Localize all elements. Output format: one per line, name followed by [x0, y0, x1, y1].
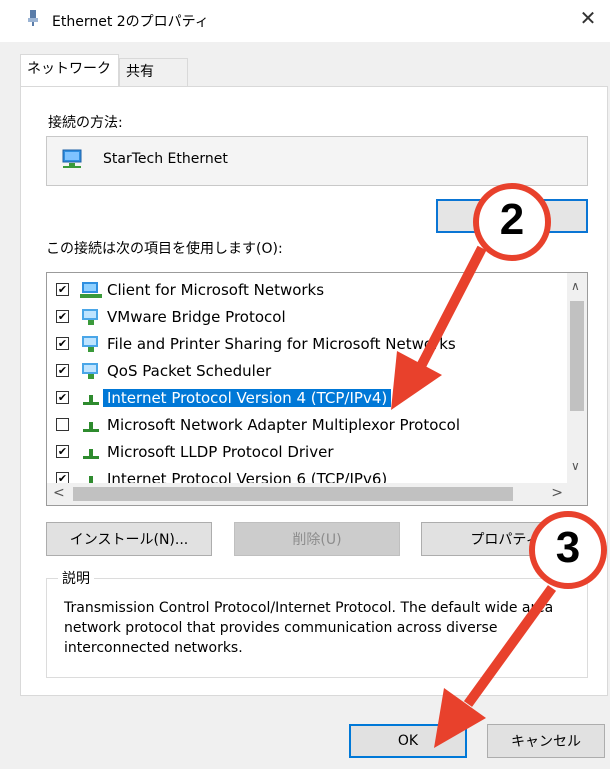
uninstall-button[interactable]: 削除(U): [234, 522, 400, 556]
connect-using-label: 接続の方法:: [48, 115, 123, 131]
close-button[interactable]: ✕: [566, 0, 610, 36]
protocol-icon: [83, 395, 99, 405]
network-service-icon: [82, 363, 98, 379]
item-label: QoS Packet Scheduler: [107, 362, 272, 380]
step-3-number: 3: [555, 523, 581, 572]
list-item[interactable]: Microsoft Network Adapter Multiplexor Pr…: [47, 412, 567, 438]
protocol-icon: [83, 449, 99, 459]
step-2-number: 2: [499, 195, 525, 244]
item-label: Microsoft LLDP Protocol Driver: [107, 443, 334, 461]
list-item[interactable]: ✔ Client for Microsoft Networks: [47, 277, 567, 303]
item-checkbox[interactable]: ✔: [56, 391, 69, 404]
adapter-name: StarTech Ethernet: [103, 151, 228, 167]
protocol-icon: [83, 422, 99, 432]
title-bar: Ethernet 2のプロパティ ✕: [0, 0, 610, 42]
scroll-right-icon[interactable]: >: [551, 485, 563, 501]
list-item[interactable]: ✔ File and Printer Sharing for Microsoft…: [47, 331, 567, 357]
item-checkbox[interactable]: ✔: [56, 310, 69, 323]
horizontal-scrollbar[interactable]: < >: [47, 483, 587, 505]
item-checkbox[interactable]: ✔: [56, 445, 69, 458]
network-client-icon: [80, 282, 102, 298]
vertical-scroll-thumb[interactable]: [570, 301, 584, 411]
network-adapter-icon: [62, 149, 82, 168]
vertical-scrollbar[interactable]: ∧ ∨: [567, 273, 587, 483]
list-item[interactable]: ✔ VMware Bridge Protocol: [47, 304, 567, 330]
scroll-down-icon[interactable]: ∨: [571, 459, 580, 473]
item-label: Microsoft Network Adapter Multiplexor Pr…: [107, 416, 460, 434]
item-checkbox[interactable]: ✔: [56, 337, 69, 350]
list-item-selected[interactable]: ✔ Internet Protocol Version 4 (TCP/IPv4): [47, 385, 567, 411]
install-button[interactable]: インストール(N)...: [46, 522, 212, 556]
item-checkbox[interactable]: ✔: [56, 283, 69, 296]
horizontal-scroll-thumb[interactable]: [73, 487, 513, 501]
item-label: Client for Microsoft Networks: [107, 281, 325, 299]
adapter-box: StarTech Ethernet: [46, 136, 588, 186]
tab-sharing[interactable]: 共有: [119, 58, 188, 88]
list-item[interactable]: ✔ QoS Packet Scheduler: [47, 358, 567, 384]
ok-button[interactable]: OK: [349, 724, 467, 758]
description-text: Transmission Control Protocol/Internet P…: [64, 600, 554, 656]
item-checkbox[interactable]: [56, 418, 69, 431]
ethernet-icon: [28, 10, 38, 26]
components-list[interactable]: ✔ Client for Microsoft Networks ✔ VMware…: [46, 272, 588, 506]
item-label: VMware Bridge Protocol: [107, 308, 286, 326]
network-service-icon: [82, 309, 98, 325]
item-checkbox[interactable]: ✔: [56, 364, 69, 377]
window-title: Ethernet 2のプロパティ: [52, 14, 209, 30]
close-icon: ✕: [579, 6, 597, 30]
items-label: この接続は次の項目を使用します(O):: [46, 241, 283, 257]
scroll-left-icon[interactable]: <: [53, 485, 65, 501]
tab-network[interactable]: ネットワーク: [20, 54, 119, 88]
scroll-up-icon[interactable]: ∧: [571, 279, 580, 293]
item-label: File and Printer Sharing for Microsoft N…: [107, 335, 456, 353]
item-label: Internet Protocol Version 4 (TCP/IPv4): [103, 389, 392, 407]
list-item[interactable]: ✔ Microsoft LLDP Protocol Driver: [47, 439, 567, 465]
network-service-icon: [82, 336, 98, 352]
cancel-button[interactable]: キャンセル: [487, 724, 605, 758]
description-label: 説明: [58, 568, 94, 588]
